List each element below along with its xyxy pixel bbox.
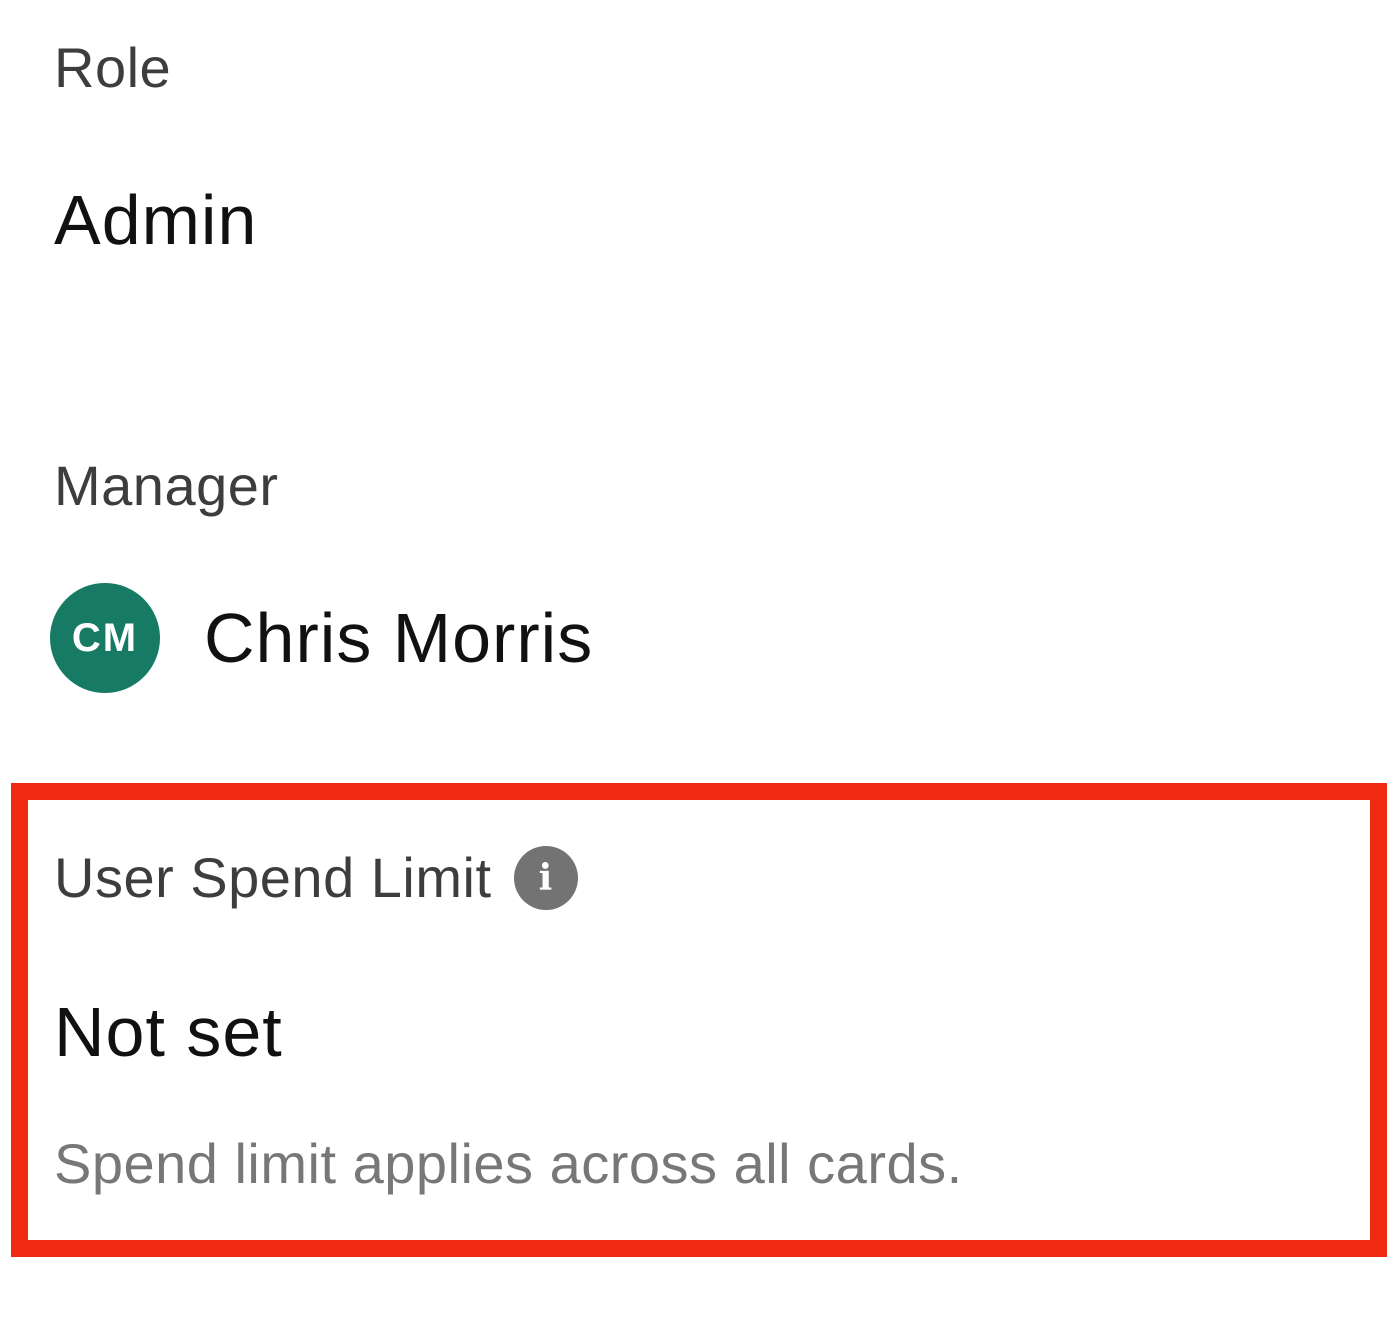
spend-limit-value: Not set	[54, 993, 283, 1071]
spend-limit-hint: Spend limit applies across all cards.	[54, 1132, 963, 1195]
info-icon[interactable]: i	[513, 846, 578, 910]
spend-limit-label: User Spend Limit	[54, 846, 492, 909]
manager-row[interactable]: CM Chris Morris	[50, 583, 593, 693]
role-value: Admin	[54, 181, 258, 259]
avatar: CM	[50, 583, 160, 693]
role-label: Role	[54, 36, 172, 99]
manager-label: Manager	[54, 454, 279, 517]
manager-name[interactable]: Chris Morris	[204, 603, 593, 673]
spend-limit-label-row: User Spend Limit i	[54, 846, 578, 910]
